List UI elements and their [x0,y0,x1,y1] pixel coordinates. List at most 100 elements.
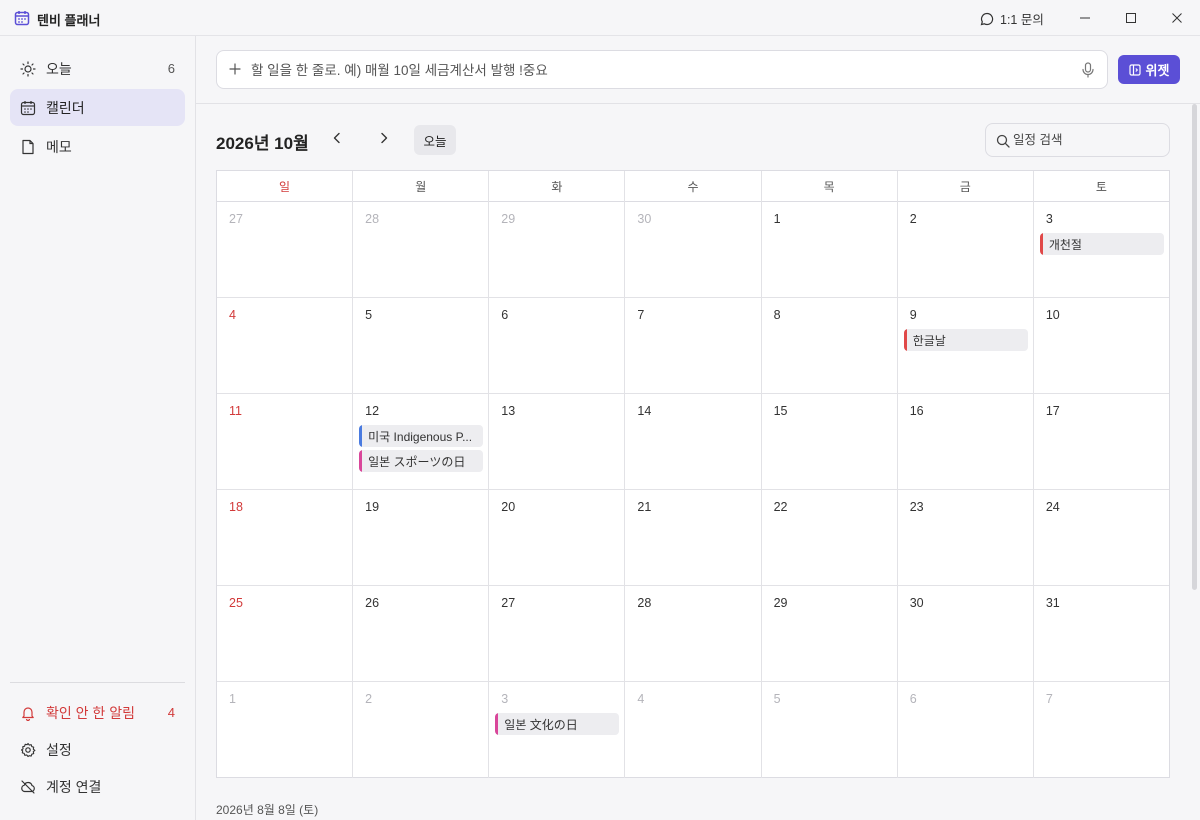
sidebar-item-account-link[interactable]: 계정 연결 [10,768,185,805]
event-chip[interactable]: 개천절 [1039,233,1164,255]
day-cell[interactable]: 20 [489,490,626,586]
day-number: 12 [365,404,380,418]
day-number: 20 [501,500,516,514]
day-number: 6 [909,692,917,706]
event-chip[interactable]: 일본 スポーツの日 [359,450,484,472]
day-cell[interactable]: 8 [762,298,898,394]
weekday-monday: 월 [353,171,490,202]
sidebar-item-label: 메모 [46,138,72,155]
day-cell[interactable]: 6 [898,682,1034,778]
day-cell[interactable]: 19 [353,490,490,586]
day-cell[interactable]: 28 [353,202,490,298]
calendar-weeks: 27 28 29 30 1 2 3 개천절 4 5 6 7 8 9 한글날 10… [217,202,1169,778]
event-label: 한글날 [912,333,946,348]
day-number: 27 [229,212,243,226]
widget-button[interactable]: 위젯 [1118,55,1180,84]
day-number: 21 [637,500,652,514]
today-button[interactable]: 오늘 [414,125,456,155]
event-chip[interactable]: 한글날 [903,329,1028,351]
day-cell[interactable]: 28 [625,586,762,682]
day-cell[interactable]: 6 [489,298,626,394]
day-number: 15 [773,404,788,418]
event-label: 개천절 [1048,237,1082,252]
day-cell[interactable]: 11 [217,394,354,490]
day-cell[interactable]: 5 [762,682,898,778]
day-number: 3 [1045,212,1053,226]
day-cell[interactable]: 10 [1034,298,1169,394]
day-cell[interactable]: 2 [353,682,490,778]
previous-month-button[interactable] [325,126,349,150]
day-number: 9 [909,308,917,322]
day-cell[interactable]: 17 [1034,394,1169,490]
month-calendar-grid: 일 월 화 수 목 금 토 27 28 29 30 1 2 3 개천절 4 5 … [216,170,1170,778]
day-cell[interactable]: 14 [625,394,762,490]
day-number: 7 [637,308,645,322]
day-cell[interactable]: 7 [1034,682,1169,778]
day-cell[interactable]: 3 일본 文化の日 [489,682,626,778]
day-cell[interactable]: 25 [217,586,354,682]
day-cell[interactable]: 27 [217,202,354,298]
day-cell[interactable]: 16 [898,394,1034,490]
day-cell[interactable]: 5 [353,298,490,394]
day-cell[interactable]: 1 [762,202,898,298]
minimize-button[interactable] [1062,0,1108,36]
weekday-header: 일 월 화 수 목 금 토 [217,171,1169,202]
day-cell[interactable]: 18 [217,490,354,586]
day-cell[interactable]: 30 [625,202,762,298]
cloud-off-icon [20,779,36,795]
event-chip[interactable]: 미국 Indigenous P... [359,425,484,447]
day-number: 27 [501,596,516,610]
day-cell[interactable]: 27 [489,586,626,682]
day-number: 3 [501,692,509,706]
sidebar-item-settings[interactable]: 설정 [10,731,185,768]
current-date-footer: 2026년 8월 8일 (토) [216,803,319,817]
day-number: 6 [501,308,509,322]
day-cell[interactable]: 23 [898,490,1034,586]
day-cell[interactable]: 13 [489,394,626,490]
day-cell[interactable]: 22 [762,490,898,586]
day-number: 4 [229,308,236,322]
day-cell[interactable]: 29 [489,202,626,298]
vertical-scrollbar[interactable] [1192,104,1197,590]
calendar-week: 25 26 27 28 29 30 31 [217,586,1169,682]
month-title: 2026년 10월 [216,134,309,153]
day-cell[interactable]: 1 [217,682,354,778]
sidebar-item-label: 설정 [46,741,72,758]
day-cell[interactable]: 3 개천절 [1034,202,1169,298]
day-cell[interactable]: 12 미국 Indigenous P... 일본 スポーツの日 [353,394,490,490]
sidebar-item-memo[interactable]: 메모 [10,128,185,165]
day-cell[interactable]: 4 [217,298,354,394]
event-search[interactable] [985,123,1170,157]
quick-add-field[interactable] [216,50,1108,89]
microphone-icon[interactable] [1081,62,1095,78]
day-cell[interactable]: 26 [353,586,490,682]
maximize-button[interactable] [1108,0,1154,36]
sun-icon [20,60,36,77]
widget-label: 위젯 [1145,63,1170,78]
inquiry-button[interactable]: 1:1 문의 [980,9,1044,28]
day-number: 23 [909,500,924,514]
sidebar-item-unread-alerts[interactable]: 확인 안 한 알림 4 [10,694,185,731]
event-search-input[interactable] [1013,131,1163,149]
event-chip[interactable]: 일본 文化の日 [495,713,620,735]
day-number: 1 [773,212,781,226]
day-cell[interactable]: 21 [625,490,762,586]
day-cell[interactable]: 24 [1034,490,1169,586]
day-cell[interactable]: 9 한글날 [898,298,1034,394]
sidebar-item-today[interactable]: 오늘 6 [10,50,185,87]
close-button[interactable] [1154,0,1200,36]
day-cell[interactable]: 29 [762,586,898,682]
day-cell[interactable]: 7 [625,298,762,394]
sidebar-item-calendar[interactable]: 캘린더 [10,89,185,126]
day-cell[interactable]: 15 [762,394,898,490]
day-cell[interactable]: 2 [898,202,1034,298]
day-number: 30 [909,596,924,610]
next-month-button[interactable] [372,126,396,150]
day-number: 29 [501,212,516,226]
quick-add-input[interactable] [251,59,1071,81]
calendar-content: 2026년 10월 오늘 일 월 화 수 목 금 토 [196,104,1200,820]
sidebar-divider [10,682,185,683]
day-cell[interactable]: 31 [1034,586,1169,682]
day-cell[interactable]: 4 [625,682,762,778]
day-cell[interactable]: 30 [898,586,1034,682]
